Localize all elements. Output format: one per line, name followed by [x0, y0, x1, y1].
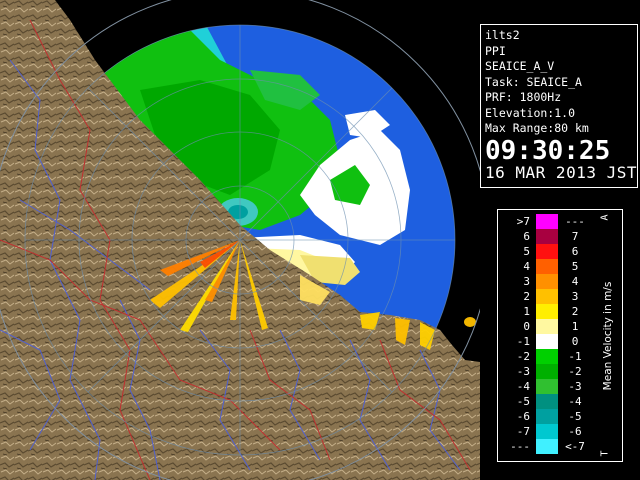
legend-lower-label: -6: [516, 410, 530, 423]
legend-lower-label: 0: [523, 320, 530, 333]
legend-color-swatch: [536, 424, 558, 439]
legend-color-swatch: [536, 259, 558, 274]
legend-upper-label: 6: [571, 245, 579, 258]
station-name: ilts2: [485, 28, 520, 42]
legend-title-wrap: Mean Velocity in m/s: [594, 210, 622, 461]
radar-ppi-view[interactable]: [0, 0, 480, 480]
range-rings: [24, 24, 456, 456]
legend-lower-label: -3: [516, 365, 530, 378]
scan-time: 09:30:25: [485, 135, 611, 166]
legend-color-swatch: [536, 319, 558, 334]
legend-upper-label: 1: [571, 320, 579, 333]
scan-date: 16 MAR 2013 JST: [485, 162, 637, 182]
legend-upper-label: -5: [568, 410, 582, 423]
legend-lower-label: -7: [516, 425, 530, 438]
legend-upper-label: 5: [571, 260, 579, 273]
prf-value: PRF: 1800Hz: [485, 90, 562, 104]
legend-lower-label: 1: [523, 305, 530, 318]
legend-upper-label: ---: [565, 215, 585, 228]
legend-color-swatch: [536, 409, 558, 424]
legend-lower-label: 2: [523, 290, 530, 303]
product-type: PPI: [485, 43, 506, 58]
legend-lower-label: 5: [523, 245, 530, 258]
legend-color-swatch: [536, 349, 558, 364]
elevation-value: Elevation:1.0: [485, 105, 576, 120]
legend-upper-label: <-7: [565, 440, 585, 453]
legend-lower-label: 6: [523, 230, 530, 243]
legend-lower-label: -1: [516, 335, 530, 348]
legend-lower-label: -2: [516, 350, 530, 363]
legend-color-swatch: [536, 244, 558, 259]
legend-color-swatch: [536, 289, 558, 304]
task-name: Task: SEAICE_A: [485, 74, 582, 89]
legend-color-swatch: [536, 274, 558, 289]
info-panel: ilts2 PPI SEAICE_A_V Task: SEAICE_A PRF:…: [480, 24, 638, 188]
legend-lower-label: 4: [523, 260, 530, 273]
velocity-legend: >7 --- 6 7 5 6 4 5 3 4 2 3 1 2 0 1 -1 0 -2 -1 -3 -2 -4 -3 -5 -4 -6…: [497, 209, 623, 462]
legend-lower-label: 3: [523, 275, 530, 288]
legend-upper-label: -3: [568, 380, 582, 393]
field-name: SEAICE_A_V: [485, 59, 555, 73]
legend-color-swatch: [536, 364, 558, 379]
legend-corner-top: A: [599, 214, 611, 221]
legend-upper-label: 0: [571, 335, 579, 348]
legend-lower-label: -4: [516, 380, 530, 393]
legend-upper-label: 2: [571, 305, 579, 318]
legend-lower-label: -5: [516, 395, 530, 408]
legend-upper-label: -6: [568, 425, 582, 438]
legend-title: Mean Velocity in m/s: [602, 281, 614, 390]
legend-upper-label: -1: [568, 350, 582, 363]
legend-color-swatch: [536, 304, 558, 319]
legend-color-swatch: [536, 379, 558, 394]
legend-upper-label: -2: [568, 365, 582, 378]
legend-corner-bottom: T: [599, 450, 611, 457]
legend-upper-label: 3: [571, 290, 579, 303]
legend-color-swatch: [536, 439, 558, 454]
legend-upper-label: -4: [568, 395, 582, 408]
legend-upper-label: 7: [571, 230, 579, 243]
max-range-value: Max Range:80 km: [485, 121, 589, 135]
legend-color-swatch: [536, 214, 558, 229]
legend-upper-label: 4: [571, 275, 579, 288]
legend-lower-label: ---: [510, 440, 530, 453]
legend-color-swatch: [536, 229, 558, 244]
legend-color-swatch: [536, 334, 558, 349]
legend-lower-label: >7: [516, 215, 530, 228]
legend-color-swatch: [536, 394, 558, 409]
